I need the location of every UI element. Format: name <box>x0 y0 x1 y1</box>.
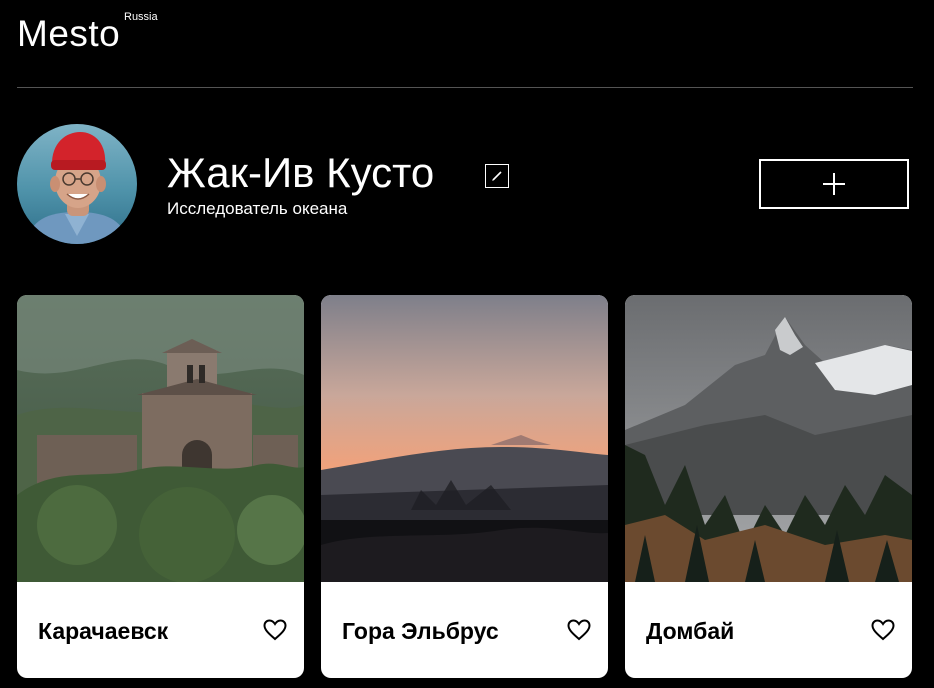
heart-outline-icon <box>263 619 287 641</box>
card-image[interactable] <box>17 295 304 582</box>
header: Mesto Russia <box>17 0 913 88</box>
card-title: Домбай <box>646 618 735 644</box>
snowy-peaks-forest-image <box>625 295 912 582</box>
logo-superscript: Russia <box>124 11 158 23</box>
profile-name: Жак-Ив Кусто <box>167 149 435 196</box>
pencil-icon <box>492 171 502 181</box>
like-button[interactable] <box>263 619 287 641</box>
card-item: Карачаевск <box>17 295 304 678</box>
card-item: Домбай <box>625 295 912 678</box>
like-button[interactable] <box>567 619 591 641</box>
profile-about: Исследователь океана <box>167 199 348 218</box>
avatar[interactable] <box>17 124 137 244</box>
card-title: Гора Эльбрус <box>342 618 499 644</box>
like-button[interactable] <box>871 619 895 641</box>
logo: Mesto Russia <box>17 11 158 56</box>
logo-text: Mesto <box>17 13 121 54</box>
card-image[interactable] <box>625 295 912 582</box>
edit-profile-button[interactable] <box>485 164 509 188</box>
sunset-mountain-silhouette-image <box>321 295 608 582</box>
card-image[interactable] <box>321 295 608 582</box>
card-item: Гора Эльбрус <box>321 295 608 678</box>
page: Mesto Russia Жак-Ив Кусто Исследователь … <box>0 0 934 688</box>
heart-outline-icon <box>871 619 895 641</box>
plus-icon <box>823 173 845 195</box>
avatar-image <box>17 124 137 244</box>
add-card-button[interactable] <box>759 159 909 209</box>
church-ruins-mountains-image <box>17 295 304 582</box>
heart-outline-icon <box>567 619 591 641</box>
card-title: Карачаевск <box>38 618 169 644</box>
